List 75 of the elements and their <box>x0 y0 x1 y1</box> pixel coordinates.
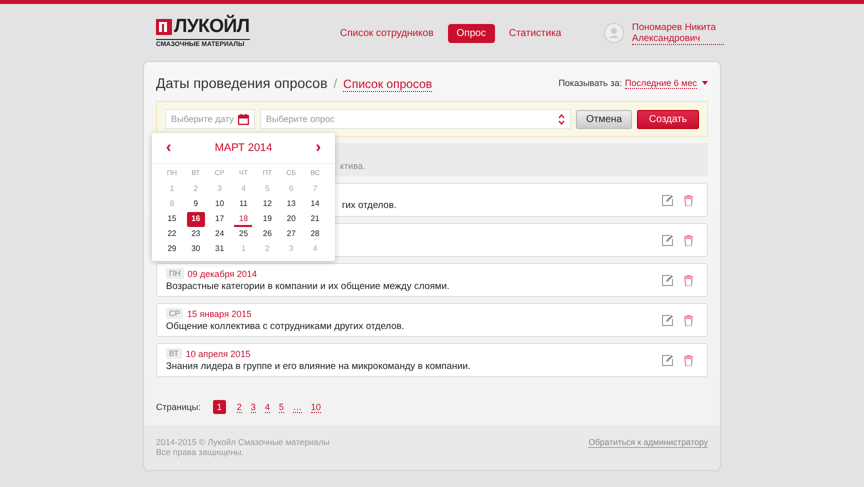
copyright-text: 2014-2015 © Лукойл Смазочные материалы <box>156 437 330 447</box>
calendar-day[interactable]: 23 <box>186 227 205 242</box>
calendar-day[interactable]: 11 <box>234 197 252 212</box>
cancel-button[interactable]: Отмена <box>576 110 632 128</box>
calendar-day[interactable]: 14 <box>306 197 324 212</box>
rights-text: Все права защищены. <box>156 447 245 457</box>
filter-label: Показывать за: <box>558 78 622 88</box>
trash-icon[interactable] <box>684 314 693 326</box>
calendar-day[interactable]: 19 <box>258 212 276 227</box>
page-link[interactable]: 3 <box>250 402 256 412</box>
pagination-label: Страницы: <box>156 402 201 412</box>
weekday-tag: СР <box>166 308 184 319</box>
calendar-day[interactable]: 10 <box>210 197 229 212</box>
logo-icon <box>156 19 172 35</box>
nav-tab[interactable]: Статистика <box>502 24 568 42</box>
user-link[interactable]: Пономарев Никита Александрович <box>632 22 724 44</box>
survey-title: Знания лидера в группе и его влияние на микрокоманду в компании. <box>166 361 470 372</box>
calendar-day[interactable]: 30 <box>186 242 205 257</box>
survey-date: 09 декабря 2014 <box>188 268 257 278</box>
page-link[interactable]: 10 <box>310 402 321 412</box>
page-link[interactable]: 2 <box>236 402 242 412</box>
survey-title: Общение коллектива с сотрудниками других отделов. <box>166 321 404 332</box>
calendar-day[interactable]: 21 <box>306 212 324 227</box>
calendar-day[interactable]: 15 <box>162 212 181 227</box>
calendar-day[interactable]: 24 <box>210 227 229 242</box>
page-link[interactable]: 5 <box>278 402 284 412</box>
calendar-day[interactable]: 12 <box>258 197 276 212</box>
calendar-day[interactable]: 27 <box>282 227 300 242</box>
next-month-button[interactable]: › <box>312 139 325 157</box>
calendar-day[interactable]: 29 <box>162 242 181 257</box>
calendar-day[interactable]: 31 <box>210 242 229 257</box>
nav-tab[interactable]: Опрос <box>448 24 495 42</box>
calendar-day[interactable]: 22 <box>162 227 181 242</box>
calendar-day[interactable]: 13 <box>282 197 300 212</box>
breadcrumb-separator: / <box>334 76 338 90</box>
page-link[interactable]: 1 <box>212 400 226 414</box>
trash-icon[interactable] <box>684 354 693 366</box>
caret-icon[interactable] <box>702 81 708 85</box>
trash-icon[interactable] <box>684 274 693 286</box>
date-field[interactable]: Выберите дату <box>165 109 255 129</box>
calendar-day[interactable]: 20 <box>282 212 300 227</box>
survey-select[interactable]: Выберите опрос <box>260 109 572 129</box>
survey-date: 15 января 2015 <box>187 308 252 318</box>
calendar-day[interactable]: 18 <box>234 212 252 227</box>
page-link[interactable]: … <box>292 402 302 412</box>
trash-icon[interactable] <box>684 194 693 206</box>
weekday-tag: ВТ <box>166 348 182 359</box>
edit-icon[interactable] <box>662 354 673 366</box>
edit-icon[interactable] <box>662 314 673 326</box>
create-button[interactable]: Создать <box>636 110 699 128</box>
nav-tab[interactable]: Список сотрудников <box>334 24 440 42</box>
calendar-day[interactable]: 26 <box>258 227 276 242</box>
calendar-day[interactable]: 17 <box>210 212 229 227</box>
edit-icon[interactable] <box>662 274 673 286</box>
avatar-icon <box>604 23 624 43</box>
calendar-icon <box>238 114 249 125</box>
survey-title: гих отделов. <box>342 200 396 211</box>
edit-icon[interactable] <box>662 234 673 246</box>
calendar-day[interactable]: 28 <box>306 227 324 242</box>
calendar-day[interactable]: 16 <box>186 212 205 227</box>
month-title: МАРТ 2014 <box>214 142 272 154</box>
page-title: Даты проведения опросов <box>156 74 328 90</box>
sort-icon <box>558 114 566 125</box>
calendar-day[interactable]: 25 <box>234 227 252 242</box>
breadcrumb-link[interactable]: Список опросов <box>343 76 432 92</box>
survey-title: Возрастные категории в компании и их общение между слоями. <box>166 281 450 292</box>
calendar-day[interactable]: 9 <box>186 197 205 212</box>
notice-text: ктива. <box>340 161 366 171</box>
trash-icon[interactable] <box>684 234 693 246</box>
page-link[interactable]: 4 <box>264 402 270 412</box>
period-dropdown[interactable]: Последние 6 мес <box>625 78 697 88</box>
weekday-tag: ПН <box>166 268 184 279</box>
survey-date: 10 апреля 2015 <box>186 348 250 358</box>
prev-month-button[interactable]: ‹ <box>162 139 176 157</box>
edit-icon[interactable] <box>662 194 673 206</box>
